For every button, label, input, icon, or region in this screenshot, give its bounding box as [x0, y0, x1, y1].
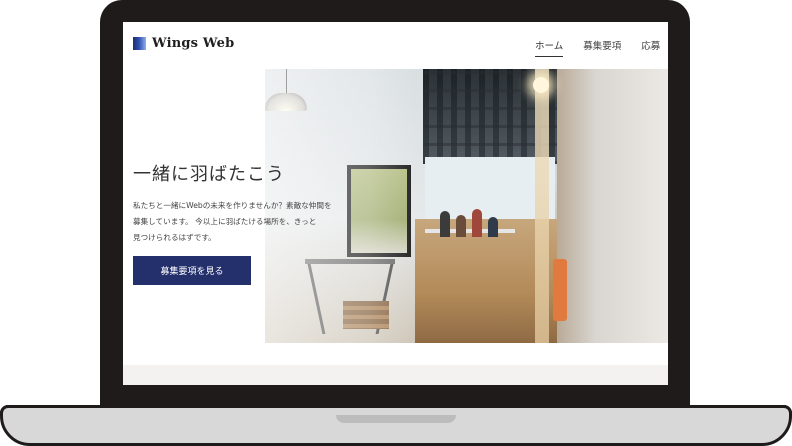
hero-title: 一緒に羽ばたこう: [133, 164, 285, 185]
nav-item-recruitment[interactable]: 募集要項: [583, 38, 621, 57]
logo-mark-icon: [133, 37, 146, 50]
hero-description: 私たちと一緒にWebの未来を作りませんか？素敵な仲間を 募集しています。 今以上…: [133, 198, 358, 246]
hero-description-line: 私たちと一緒にWebの未来を作りませんか？素敵な仲間を: [133, 201, 332, 210]
nav-item-home[interactable]: ホーム: [535, 38, 564, 57]
hero-description-line: 募集しています。 今以上に羽ばたける場所を、きっと: [133, 217, 317, 226]
laptop-base: [0, 405, 792, 446]
site-logo[interactable]: Wings Web: [133, 36, 234, 51]
photo-people: [430, 197, 510, 237]
view-requirements-button[interactable]: 募集要項を見る: [133, 256, 251, 285]
hero-description-line: 見つけられるはずです。: [133, 233, 216, 242]
main-nav: ホーム 募集要項 応募: [535, 38, 660, 57]
logo-text: Wings Web: [152, 36, 235, 51]
screen-bottom-strip: [123, 365, 668, 385]
nav-item-apply[interactable]: 応募: [641, 38, 660, 57]
laptop-screen: Wings Web ホーム 募集要項 応募 一緒に羽ばたこう 私たちと一緒にWe…: [123, 22, 668, 385]
laptop-hinge: [336, 415, 456, 423]
